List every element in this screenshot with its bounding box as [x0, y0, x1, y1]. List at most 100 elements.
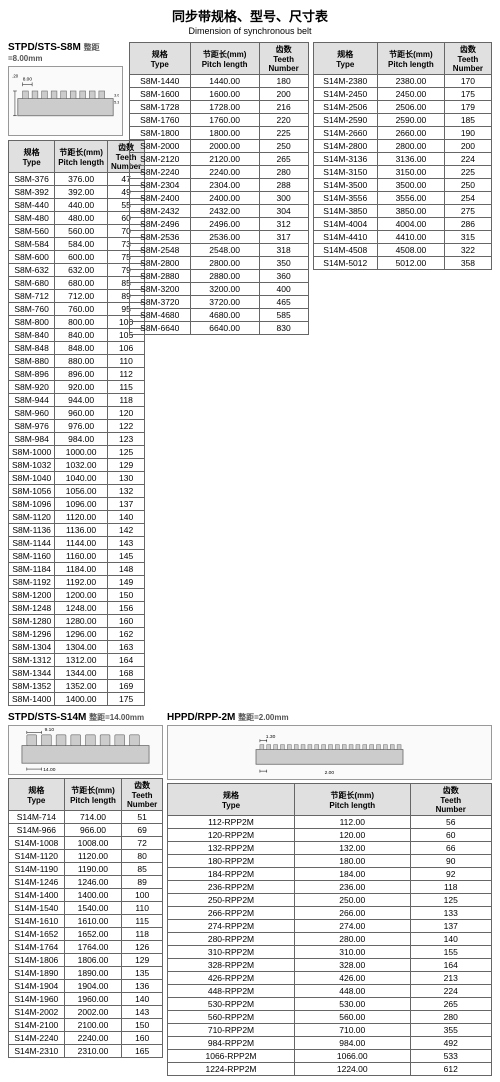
table-cell: S8M-848	[9, 342, 55, 355]
table-row: S8M-984984.00123	[9, 433, 145, 446]
table-row: S14M-12461246.0089	[9, 876, 163, 889]
table-cell: 1066-RPP2M	[168, 1050, 295, 1063]
table-cell: S8M-1800	[130, 127, 191, 140]
svg-text:9.10: 9.10	[45, 728, 55, 733]
table-cell: 132-RPP2M	[168, 842, 295, 855]
table-cell: 118	[122, 928, 163, 941]
s8m-left-table: 规格Type 节距长(mm)Pitch length 齿数TeethNumber…	[8, 140, 145, 706]
table-cell: 118	[410, 881, 492, 894]
table-cell: 920.00	[55, 381, 108, 394]
table-row: S14M-26602660.00190	[313, 127, 492, 140]
table-cell: 1224-RPP2M	[168, 1063, 295, 1076]
table-cell: 2450.00	[378, 88, 445, 101]
table-cell: 2432.00	[190, 205, 259, 218]
table-cell: S14M-1540	[9, 902, 65, 915]
table-cell: 426-RPP2M	[168, 972, 295, 985]
table-cell: 632.00	[55, 264, 108, 277]
table-cell: S8M-1000	[9, 446, 55, 459]
table-row: S8M-16001600.00200	[130, 88, 309, 101]
table-row: S14M-22402240.00160	[9, 1032, 163, 1045]
table-cell: 304	[259, 205, 308, 218]
table-row: S8M-21202120.00265	[130, 153, 309, 166]
table-cell: 2506.00	[378, 101, 445, 114]
table-cell: 56	[410, 816, 492, 829]
table-row: S8M-976976.00122	[9, 420, 145, 433]
table-cell: 236-RPP2M	[168, 881, 295, 894]
table-cell: S8M-920	[9, 381, 55, 394]
table-cell: S8M-2496	[130, 218, 191, 231]
table-cell: 392.00	[55, 186, 108, 199]
sub-title: Dimension of synchronous belt	[8, 26, 492, 36]
table-cell: S8M-1304	[9, 641, 55, 654]
table-cell: 2496.00	[190, 218, 259, 231]
table-cell: 2800.00	[378, 140, 445, 153]
table-cell: 170	[444, 75, 491, 88]
table-cell: S8M-632	[9, 264, 55, 277]
table-row: S8M-11601160.00145	[9, 550, 145, 563]
table-cell: 265	[259, 153, 308, 166]
table-cell: S8M-1728	[130, 101, 191, 114]
table-cell: S8M-840	[9, 329, 55, 342]
table-cell: S8M-1040	[9, 472, 55, 485]
table-cell: 426.00	[295, 972, 411, 985]
table-row: S8M-584584.0073	[9, 238, 145, 251]
table-cell: 85	[122, 863, 163, 876]
col-header-pitch-r1: 节距长(mm)Pitch length	[190, 43, 259, 75]
table-row: S8M-760760.0095	[9, 303, 145, 316]
table-row: S8M-28802880.00360	[130, 270, 309, 283]
table-cell: S8M-480	[9, 212, 55, 225]
table-cell: S14M-1190	[9, 863, 65, 876]
table-cell: 286	[444, 218, 491, 231]
table-cell: S8M-1096	[9, 498, 55, 511]
table-cell: S14M-2800	[313, 140, 378, 153]
table-cell: 165	[122, 1045, 163, 1058]
table-cell: 2002.00	[64, 1006, 122, 1019]
table-cell: 66	[410, 842, 492, 855]
table-cell: S8M-2880	[130, 270, 191, 283]
table-cell: S14M-1960	[9, 993, 65, 1006]
table-row: S8M-13121312.00164	[9, 654, 145, 667]
table-cell: 1344.00	[55, 667, 108, 680]
table-cell: 69	[122, 824, 163, 837]
table-cell: 288	[259, 179, 308, 192]
table-cell: 175	[444, 88, 491, 101]
table-row: S8M-14001400.00175	[9, 693, 145, 706]
svg-text:1.30: 1.30	[266, 734, 276, 740]
table-cell: S8M-2000	[130, 140, 191, 153]
table-cell: 600.00	[55, 251, 108, 264]
table-cell: S8M-1160	[9, 550, 55, 563]
table-cell: 2660.00	[378, 127, 445, 140]
table-row: 236-RPP2M236.00118	[168, 881, 492, 894]
table-cell: 1652.00	[64, 928, 122, 941]
table-cell: 680.00	[55, 277, 108, 290]
table-cell: 190	[444, 127, 491, 140]
table-cell: S8M-3720	[130, 296, 191, 309]
col-header-teeth-r1: 齿数TeethNumber	[259, 43, 308, 75]
table-row: S8M-840840.00105	[9, 329, 145, 342]
table-cell: S14M-2450	[313, 88, 378, 101]
table-cell: 400	[259, 283, 308, 296]
table-cell: 1000.00	[55, 446, 108, 459]
table-cell: S8M-960	[9, 407, 55, 420]
table-row: 328-RPP2M328.00164	[168, 959, 492, 972]
col-header-teeth-hppd: 齿数TeethNumber	[410, 784, 492, 816]
table-cell: 3850.00	[378, 205, 445, 218]
col-header-pitch-s14: 节距长(mm)Pitch length	[64, 779, 122, 811]
table-cell: 254	[444, 192, 491, 205]
table-cell: S8M-880	[9, 355, 55, 368]
table-cell: 328-RPP2M	[168, 959, 295, 972]
table-cell: 72	[122, 837, 163, 850]
svg-text:5.35: 5.35	[114, 100, 119, 104]
table-row: S14M-31363136.00224	[313, 153, 492, 166]
table-cell: 585	[259, 309, 308, 322]
table-cell: 322	[444, 244, 491, 257]
table-cell: S14M-1890	[9, 967, 65, 980]
table-cell: S14M-3150	[313, 166, 378, 179]
table-cell: 80	[122, 850, 163, 863]
table-row: S8M-480480.0060	[9, 212, 145, 225]
table-cell: 266.00	[295, 907, 411, 920]
table-cell: S8M-2548	[130, 244, 191, 257]
table-row: S8M-18001800.00225	[130, 127, 309, 140]
table-cell: S8M-1600	[130, 88, 191, 101]
table-row: S8M-13041304.00163	[9, 641, 145, 654]
